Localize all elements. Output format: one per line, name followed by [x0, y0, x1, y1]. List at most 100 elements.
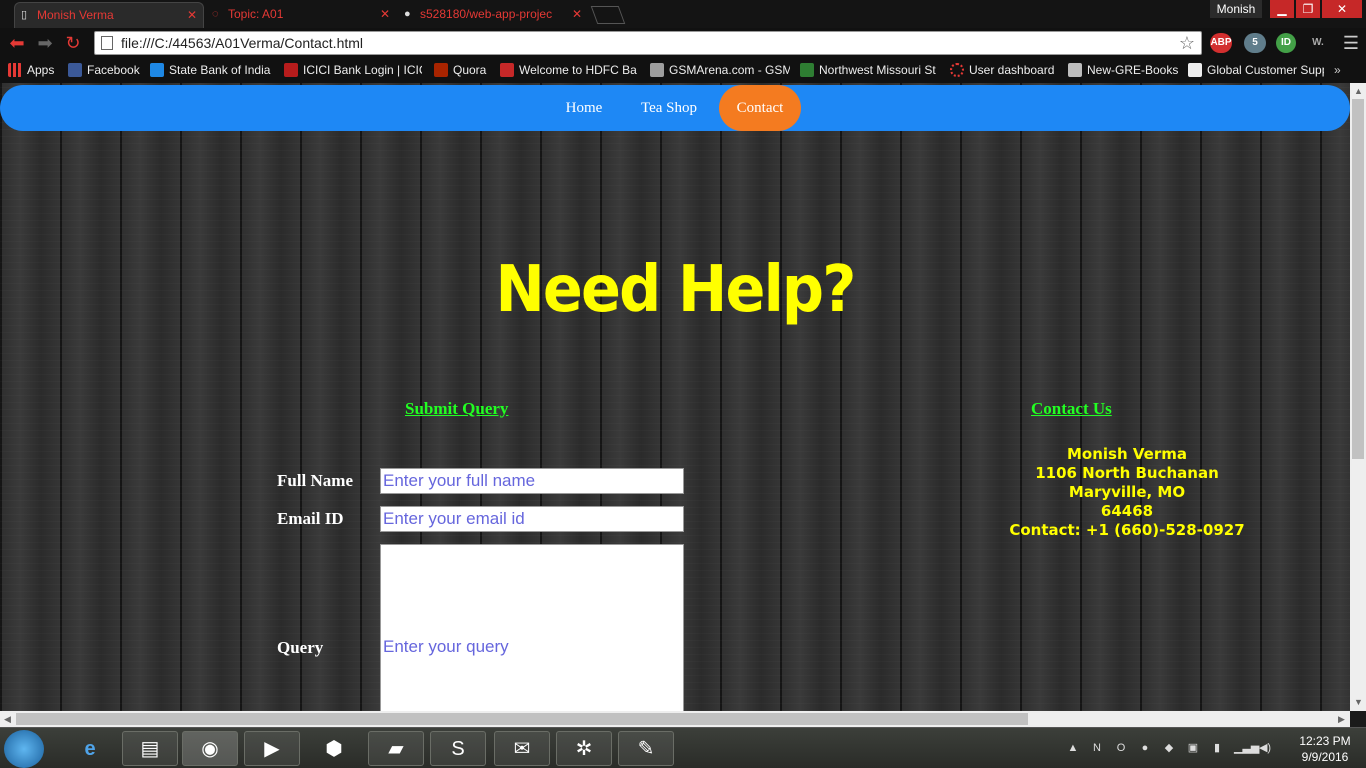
file-explorer-icon[interactable]: ▤ [122, 731, 178, 766]
contact-us-title: Contact Us [1031, 399, 1112, 418]
close-tab-icon[interactable]: ✕ [572, 2, 582, 26]
full-name-label: Full Name [277, 471, 354, 490]
page-viewport: Home Tea Shop Contact Need Help? Submit … [0, 83, 1350, 711]
facebook-icon [68, 63, 82, 77]
scroll-right-icon[interactable]: ▶ [1338, 714, 1345, 725]
horizontal-scroll-thumb[interactable] [16, 713, 1028, 725]
apps-grid-icon [8, 63, 22, 77]
bookmark-icici[interactable]: ICICI Bank Login | ICIC [284, 58, 422, 83]
vertical-scrollbar[interactable]: ▲ ▼ [1350, 83, 1366, 711]
system-clock[interactable]: 12:23 PM 9/9/2016 [1290, 733, 1360, 765]
query-placeholder: Enter your query [383, 637, 509, 656]
contact-info: Monish Verma 1106 North Buchanan Maryvil… [1002, 445, 1252, 540]
tray-shield-icon[interactable]: ▣ [1186, 741, 1200, 755]
nav-contact[interactable]: Contact [719, 85, 801, 131]
tray-network-icon[interactable]: ▲ [1066, 741, 1080, 755]
tray-outlook-icon[interactable]: O [1114, 741, 1128, 755]
chrome-icon[interactable]: ◉ [182, 731, 238, 766]
id-extension-icon[interactable]: ID [1276, 33, 1296, 53]
w-extension-icon[interactable]: W. [1306, 33, 1330, 53]
windows-taskbar: e ▤ ◉ ▶ ⬢ ▰ S ✉ ✲ ✎ ▲ N O ● ◆ ▣ ▮ ▁▃▅ ◀)… [0, 727, 1366, 768]
bookmark-user-dashboard[interactable]: User dashboard [950, 58, 1060, 83]
bookmark-global-support[interactable]: Global Customer Supp [1188, 58, 1324, 83]
minimize-button[interactable]: ▁ [1270, 0, 1294, 18]
sublime-text-icon[interactable]: S [430, 731, 486, 766]
bookmark-sbi[interactable]: State Bank of India [150, 58, 278, 83]
sticky-notes-icon[interactable]: ▰ [368, 731, 424, 766]
contact-phone: Contact: +1 (660)-528-0927 [1009, 521, 1245, 539]
query-label: Query [277, 638, 324, 657]
address-bar[interactable]: file:///C:/44563/A01Verma/Contact.html ☆ [94, 31, 1202, 55]
app-tree-icon[interactable]: ✲ [556, 731, 612, 766]
contact-name: Monish Verma [1067, 445, 1187, 463]
scroll-up-icon[interactable]: ▲ [1354, 86, 1363, 96]
bookmark-apps[interactable]: Apps [8, 58, 64, 83]
quora-icon [434, 63, 448, 77]
vertical-scroll-thumb[interactable] [1352, 99, 1364, 459]
forward-arrow-icon[interactable]: ➡ [34, 32, 56, 54]
reload-icon[interactable]: ↻ [62, 32, 84, 54]
scroll-left-icon[interactable]: ◀ [4, 714, 11, 725]
extension-badge-icon[interactable]: 5 [1244, 33, 1266, 53]
back-arrow-icon[interactable]: ⬅ [6, 32, 28, 54]
tab-title: s528180/web-app-projec [420, 7, 553, 21]
start-button[interactable] [4, 730, 44, 768]
outlook-icon[interactable]: ✉ [494, 731, 550, 766]
tab-monish-verma[interactable]: ▯ Monish Verma ✕ [14, 2, 204, 28]
loading-icon: ◌ [212, 8, 219, 20]
bookmark-hdfc[interactable]: Welcome to HDFC Ba [500, 58, 640, 83]
tray-onenote-icon[interactable]: N [1090, 741, 1104, 755]
contact-city: Maryville, MO [1068, 483, 1186, 501]
adblock-icon[interactable]: ABP [1210, 33, 1232, 53]
browser-toolbar: ⬅ ➡ ↻ file:///C:/44563/A01Verma/Contact.… [0, 28, 1366, 58]
northwest-icon [800, 63, 814, 77]
menu-icon[interactable]: ☰ [1340, 32, 1362, 54]
bookmark-gsmarena[interactable]: GSMArena.com - GSM [650, 58, 790, 83]
query-textarea[interactable]: Enter your query [380, 544, 684, 711]
bookmark-star-icon[interactable]: ☆ [1179, 32, 1195, 54]
contact-street: 1106 North Buchanan [1035, 464, 1219, 482]
tray-app-icon[interactable]: ◆ [1162, 741, 1176, 755]
bookmark-facebook[interactable]: Facebook [68, 58, 144, 83]
clock-time: 12:23 PM [1299, 734, 1351, 748]
full-name-input[interactable]: Enter your full name [380, 468, 684, 494]
support-icon [1188, 63, 1202, 77]
bookmark-northwest[interactable]: Northwest Missouri St [800, 58, 940, 83]
email-input[interactable]: Enter your email id [380, 506, 684, 532]
bookmarks-overflow-icon[interactable]: » [1334, 58, 1354, 83]
bookmark-quora[interactable]: Quora [434, 58, 494, 83]
sbi-icon [150, 63, 164, 77]
gsmarena-icon [650, 63, 664, 77]
virtualbox-icon[interactable]: ⬢ [306, 731, 362, 766]
tray-volume-icon[interactable]: ◀) [1258, 741, 1272, 755]
email-label: Email ID [277, 509, 344, 528]
site-navbar: Home Tea Shop Contact [0, 85, 1350, 131]
url-text[interactable]: file:///C:/44563/A01Verma/Contact.html [121, 32, 363, 54]
tray-signal-icon[interactable]: ▁▃▅ [1234, 741, 1259, 755]
scroll-down-icon[interactable]: ▼ [1354, 697, 1363, 707]
tab-topic-a01[interactable]: ◌ Topic: A01 ✕ [206, 2, 396, 28]
new-tab-button[interactable] [590, 6, 626, 24]
page-heading: Need Help? [495, 253, 856, 327]
internet-explorer-icon[interactable]: e [62, 731, 118, 766]
maximize-button[interactable]: ❐ [1296, 0, 1320, 18]
tray-chrome-icon[interactable]: ● [1138, 741, 1152, 755]
tab-github[interactable]: ● s528180/web-app-projec ✕ [398, 2, 588, 28]
media-player-icon[interactable]: ▶ [244, 731, 300, 766]
horizontal-scrollbar[interactable]: ◀ ▶ [0, 711, 1350, 727]
nav-tea-shop[interactable]: Tea Shop [632, 85, 706, 131]
profile-button[interactable]: Monish [1210, 0, 1262, 18]
close-window-button[interactable]: ✕ [1322, 0, 1362, 18]
close-tab-icon[interactable]: ✕ [187, 3, 197, 27]
clock-date: 9/9/2016 [1301, 750, 1349, 764]
github-icon: ● [404, 8, 411, 20]
close-tab-icon[interactable]: ✕ [380, 2, 390, 26]
nav-home[interactable]: Home [556, 85, 612, 131]
bookmark-gre-books[interactable]: New-GRE-Books [1068, 58, 1180, 83]
contact-zip: 64468 [1100, 502, 1154, 520]
folder-icon [1068, 63, 1082, 77]
tray-battery-icon[interactable]: ▮ [1210, 741, 1224, 755]
submit-query-title: Submit Query [405, 399, 509, 418]
paint-icon[interactable]: ✎ [618, 731, 674, 766]
bookmarks-bar: Apps Facebook State Bank of India ICICI … [0, 58, 1366, 83]
